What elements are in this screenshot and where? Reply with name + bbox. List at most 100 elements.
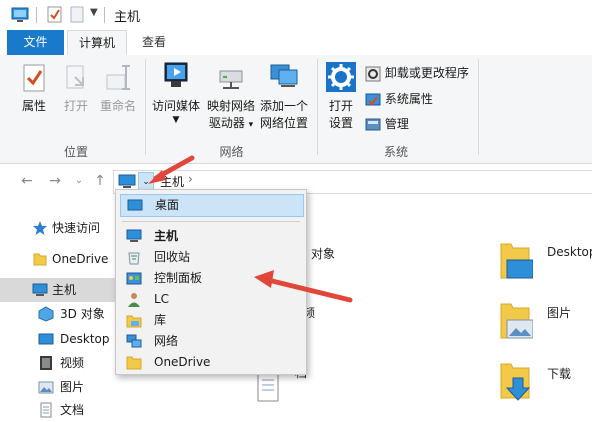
folder-icon [126,356,142,370]
nav-label: 视频 [60,356,85,370]
content-label-downloads[interactable]: 下载 [547,365,571,382]
desktop-icon [38,333,54,345]
dropdown-item-onedrive[interactable]: OneDrive [120,352,302,373]
picture-icon [38,381,54,394]
group-separator [145,59,146,155]
nav-label: 快速访问 [52,221,101,235]
control-panel-icon [126,272,142,285]
folder-icon [33,253,47,266]
open-settings-button[interactable]: 打开 设置 [321,61,361,132]
content-item-desktop-folder[interactable] [499,240,534,283]
recent-locations-icon[interactable]: ⌄ [70,172,88,190]
rename-icon [106,65,130,90]
forward-icon[interactable]: → [46,172,64,190]
open-icon [66,65,84,89]
window-title: 主机 [114,10,141,25]
dropdown-item-computer[interactable]: 主机 [120,226,302,247]
user-icon [128,293,140,307]
chevron-down-icon: ▾ [248,120,254,130]
system-properties-icon [365,93,381,106]
dropdown-item-recycle-bin[interactable]: 回收站 [120,247,302,268]
media-icon [164,62,188,87]
nav-label: 3D 对象 [60,307,105,321]
video-icon [40,356,52,370]
gear-icon [326,62,356,92]
star-icon [33,221,47,235]
uninstall-label: 卸载或更改程序 [384,66,469,80]
folder-icon [500,303,534,339]
tab-computer[interactable]: 计算机 [67,30,127,56]
address-segment-computer[interactable]: 主机 [160,173,184,190]
dropdown-item-libraries[interactable]: 库 [120,310,302,331]
computer-icon [11,7,29,22]
group-separator [317,59,318,155]
content-item-3d-objects[interactable]: 对象 [311,245,335,262]
manage-button[interactable]: 管理 [365,114,409,134]
computer-icon [118,174,136,188]
dropdown-label: 库 [154,313,167,327]
nav-label: Desktop [60,332,110,346]
cube-icon [38,306,54,322]
dropdown-separator [122,221,300,222]
computer-icon [126,229,142,242]
uninstall-programs-button[interactable]: 卸载或更改程序 [365,63,469,83]
dropdown-label: LC [154,292,170,306]
properties-quick-icon[interactable] [47,6,62,23]
dropdown-label: 回收站 [154,250,191,264]
rename-label: 重命名 [99,99,136,113]
back-icon[interactable]: ← [18,172,36,190]
group-separator [478,59,479,155]
dropdown-label: OneDrive [154,355,211,369]
properties-label: 属性 [21,99,46,113]
open-button[interactable]: 打开 [56,63,96,115]
content-item-downloads-folder[interactable] [499,360,535,407]
map-network-drive-label-line2: 驱动器 ▾ [208,116,254,130]
open-settings-label-line2: 设置 [328,116,353,130]
chevron-down-icon: ▼ [172,115,180,125]
computer-icon [32,283,48,296]
title-bar: ▼ 主机 [0,0,592,30]
ribbon: 属性 打开 重命名 位置 访问媒体 ▼ 映射网络 驱动器 ▾ 添加一个 网络位置… [0,55,592,164]
nav-label: 主机 [52,283,77,297]
content-label-desktop[interactable]: Desktop [547,245,592,259]
map-network-drive-button[interactable]: 映射网络 驱动器 ▾ [204,61,258,134]
dropdown-item-control-panel[interactable]: 控制面板 [120,268,302,289]
dropdown-item-desktop[interactable]: 桌面 [120,194,304,217]
rename-button[interactable]: 重命名 [96,63,140,115]
separator [36,7,37,23]
properties-icon [23,64,45,92]
up-icon[interactable]: ↑ [91,172,109,190]
add-network-location-button[interactable]: 添加一个 网络位置 [256,61,312,132]
dropdown-label: 网络 [154,334,179,348]
dropdown-label: 主机 [154,229,179,243]
nav-item-documents[interactable]: 文档 [0,398,165,422]
access-media-button[interactable]: 访问媒体 ▼ [149,61,203,125]
nav-label: 文档 [60,403,85,417]
tab-view[interactable]: 查看 [131,30,177,55]
content-item-pictures-folder[interactable] [499,300,534,343]
access-media-label: 访问媒体 [151,99,200,113]
new-folder-quick-icon[interactable] [70,6,84,23]
address-dropdown-menu: 桌面 主机 回收站 控制面板 LC 库 网络 OneDrive [115,189,307,375]
map-network-drive-label-line1: 映射网络 [206,99,255,113]
address-separator[interactable]: › [188,172,193,186]
group-label-location: 位置 [63,145,88,159]
nav-item-pictures[interactable]: 图片 [0,375,165,399]
group-label-system: 系统 [383,145,408,159]
system-properties-button[interactable]: 系统属性 [365,89,433,109]
network-drive-icon [219,70,243,89]
folder-icon [500,363,531,401]
separator [104,7,105,23]
uninstall-icon [365,66,381,81]
group-label-network: 网络 [219,145,244,159]
dropdown-item-user[interactable]: LC [120,289,302,310]
recycle-bin-icon [128,252,140,265]
document-icon [257,372,279,402]
properties-button[interactable]: 属性 [14,63,54,115]
dropdown-item-network[interactable]: 网络 [120,331,302,352]
content-label-pictures[interactable]: 图片 [547,304,571,321]
customize-quick-access-icon[interactable]: ▼ [90,7,98,18]
tab-file[interactable]: 文件 [7,30,64,55]
manage-label: 管理 [384,117,409,131]
desktop-icon [127,199,143,211]
